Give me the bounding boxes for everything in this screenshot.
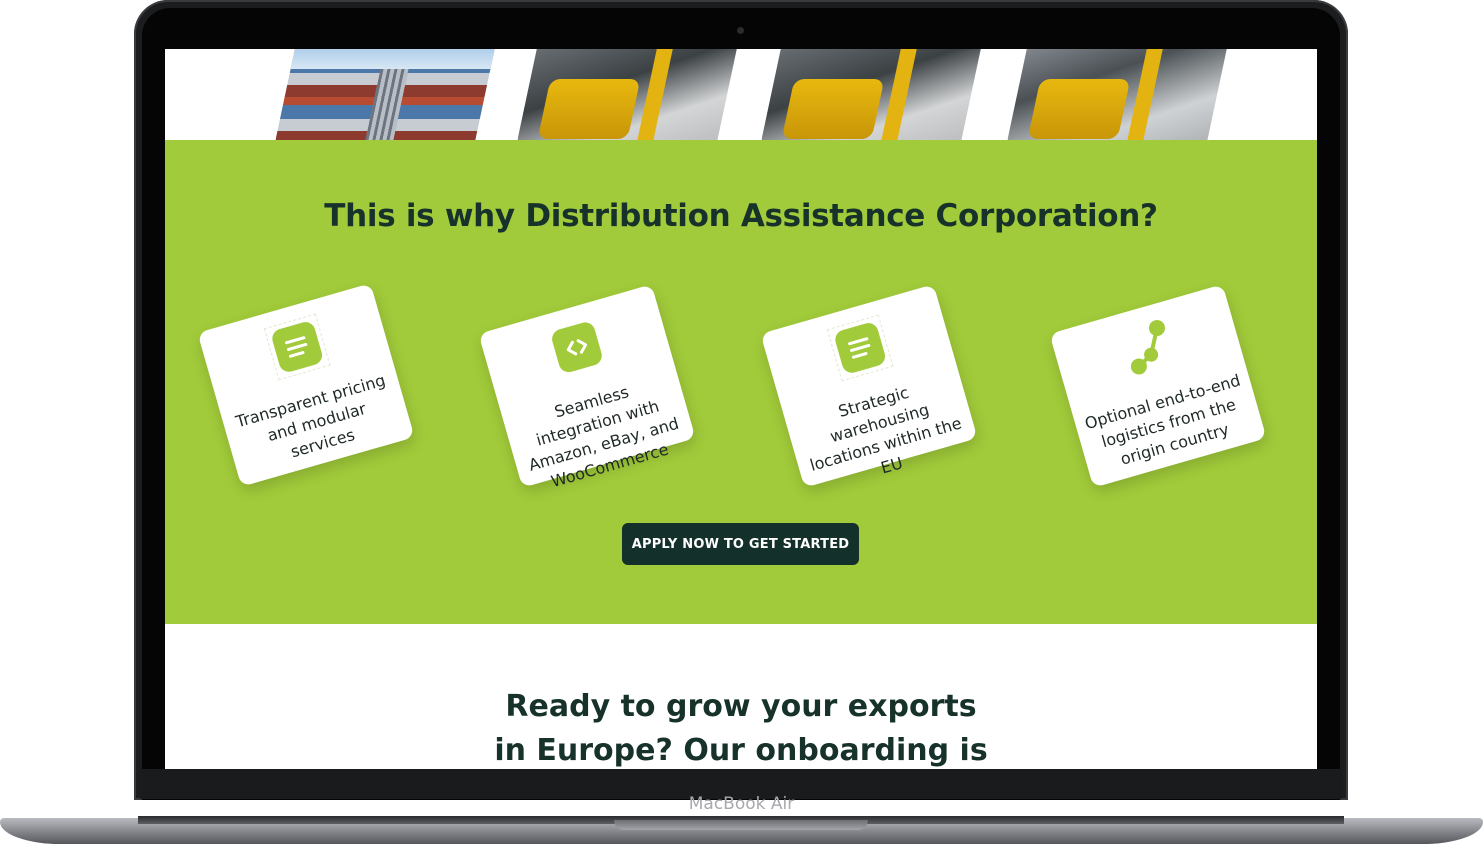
feature-card-pricing: Transparent pricing and modular services — [197, 283, 415, 487]
route-nodes-icon — [1130, 320, 1165, 375]
apply-now-button[interactable]: APPLY NOW TO GET STARTED — [622, 523, 859, 565]
feature-label: Optional end-to-end logistics from the o… — [1082, 370, 1243, 469]
list-icon — [832, 320, 888, 376]
icon-frame — [263, 313, 331, 381]
browser-viewport: This is why Distribution Assistance Corp… — [165, 49, 1317, 769]
lid-notch — [614, 820, 868, 830]
onboarding-heading: Ready to grow your exports in Europe? Ou… — [165, 685, 1317, 769]
code-brackets-icon — [549, 320, 605, 375]
forklift-photo — [515, 49, 739, 151]
heading-line: Ready to grow your exports — [505, 689, 977, 724]
feature-label: Strategic warehousing locations within t… — [807, 382, 964, 478]
icon-frame — [1116, 315, 1180, 379]
feature-card-logistics: Optional end-to-end logistics from the o… — [1049, 284, 1267, 488]
feature-card-warehousing: Strategic warehousing locations within t… — [760, 284, 978, 488]
shipping-containers-photo — [273, 49, 497, 151]
forklift-worker-photo — [1005, 49, 1229, 151]
heading-line: in Europe? Our onboarding is — [494, 733, 988, 768]
section-title: This is why Distribution Assistance Corp… — [324, 198, 1158, 234]
photo-strip — [165, 49, 1317, 151]
icon-frame — [826, 314, 894, 382]
feature-label: Transparent pricing and modular services — [233, 370, 388, 462]
forklift-photo — [759, 49, 983, 151]
feature-card-integration: Seamless integration with Amazon, eBay, … — [478, 284, 696, 491]
camera-icon — [737, 27, 744, 34]
why-section: This is why Distribution Assistance Corp… — [165, 140, 1317, 624]
feature-label: Seamless integration with Amazon, eBay, … — [526, 382, 681, 492]
device-label: MacBook Air — [688, 794, 795, 814]
list-icon — [269, 319, 325, 375]
icon-frame — [545, 315, 609, 379]
